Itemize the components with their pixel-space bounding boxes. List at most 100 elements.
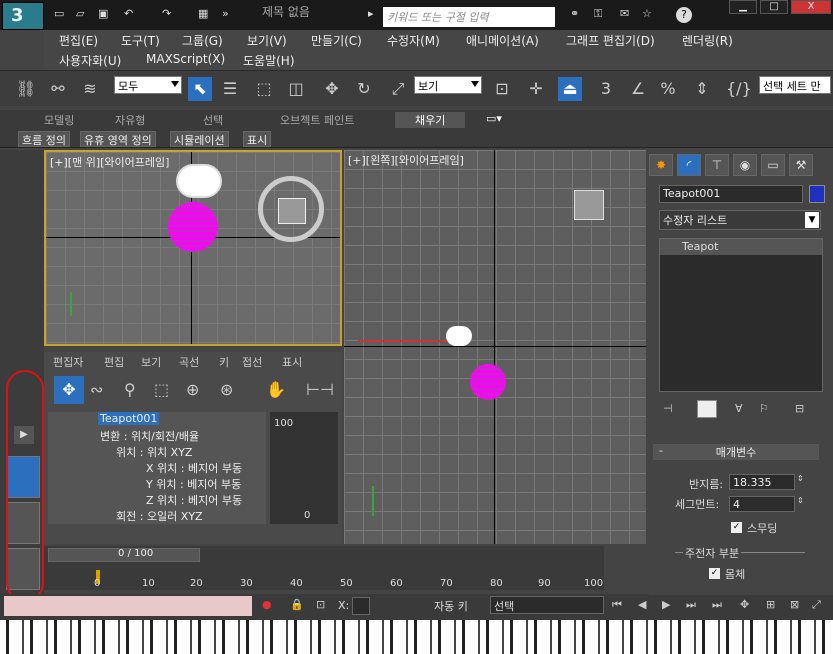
unlink-icon[interactable]: ⚯ — [46, 77, 70, 101]
smooth-checkbox[interactable]: ✓ — [731, 522, 742, 533]
radius-spinner[interactable]: 18.335 — [729, 474, 795, 490]
tab-modeling[interactable]: 모델링 — [44, 112, 74, 128]
tree-item[interactable]: 변환 : 위치/회전/배율 — [100, 428, 199, 444]
sphere-object[interactable] — [470, 364, 506, 400]
go-to-end-icon[interactable]: ⏭ — [712, 598, 722, 612]
spinner-snap-icon[interactable]: ⇕ — [690, 77, 714, 101]
pan-hand-icon[interactable]: ✋ — [266, 380, 286, 399]
ref-coord-dropdown[interactable]: 보기 — [414, 76, 482, 94]
angle-snap-icon[interactable]: ∠ — [626, 77, 650, 101]
tree-item[interactable]: Y 위치 : 베지어 부동 — [146, 476, 241, 492]
key-filter-dropdown[interactable]: 선택 — [490, 596, 604, 614]
save-icon[interactable]: ▣ — [98, 8, 112, 20]
ribbon-options-icon[interactable]: ▭▾ — [486, 112, 502, 125]
project-folder-icon[interactable]: ▦ — [198, 8, 212, 20]
maxscript-listener[interactable] — [4, 596, 252, 616]
retime-icon[interactable]: ⊕ — [186, 380, 199, 399]
viewport-label[interactable]: [+][맨 위][와이어프레임] — [50, 154, 169, 170]
tab-populate[interactable]: 채우기 — [395, 112, 466, 128]
menu-create[interactable]: 만들기(C) — [311, 32, 362, 49]
region-tool-icon[interactable]: ⬚ — [154, 380, 169, 399]
body-checkbox[interactable]: ✓ — [709, 568, 720, 579]
configure-sets-icon[interactable]: ⊟ — [795, 402, 804, 415]
button-display[interactable]: 표시 — [243, 131, 272, 147]
bind-spacewarp-icon[interactable]: ≋ — [78, 77, 102, 101]
app-logo-icon[interactable]: 3 — [2, 2, 44, 30]
percent-snap-icon[interactable]: % — [656, 77, 680, 101]
button-define-idle-areas[interactable]: 유휴 영역 정의 — [80, 131, 156, 147]
search-input[interactable]: 키워드 또는 구절 입력 — [383, 7, 555, 27]
pan-view-icon[interactable]: ✥ — [740, 598, 749, 611]
make-unique-icon[interactable]: ∀ — [735, 402, 743, 415]
keyboard-shortcut-icon[interactable]: ⏏ — [558, 77, 582, 101]
box-object[interactable] — [574, 190, 604, 220]
utilities-tab-icon[interactable]: ⚒ — [789, 154, 813, 176]
menu-help[interactable]: 도움말(H) — [243, 52, 295, 69]
viewport-top[interactable]: [+][맨 위][와이어프레임] — [44, 150, 342, 346]
show-end-result-icon[interactable] — [697, 400, 717, 418]
binoculars-icon[interactable]: ⚭ — [570, 8, 584, 20]
button-define-flows[interactable]: 흐름 정의 — [18, 131, 70, 147]
go-to-start-icon[interactable]: ⏮ — [612, 598, 622, 612]
new-file-icon[interactable]: ▭ — [54, 8, 68, 20]
remove-modifier-icon[interactable]: ⚐ — [759, 402, 769, 415]
hierarchy-tab-icon[interactable]: ⊤ — [705, 154, 729, 176]
object-color-swatch[interactable] — [809, 185, 825, 203]
curve-menu-show[interactable]: 표시 — [282, 354, 302, 370]
retime-all-icon[interactable]: ⊛ — [220, 380, 233, 399]
box-object[interactable] — [278, 198, 306, 224]
teapot-object[interactable] — [446, 326, 472, 346]
create-tab-icon[interactable]: ✸ — [649, 154, 673, 176]
tree-item[interactable]: 위치 : 위치 XYZ — [116, 444, 192, 460]
maximize-viewport-icon[interactable]: ⤢ — [812, 598, 821, 612]
sphere-object[interactable] — [168, 202, 218, 252]
rotate-icon[interactable]: ↻ — [352, 77, 376, 101]
search-expand-icon[interactable]: ▸ — [368, 8, 382, 20]
spinner-arrows-icon[interactable]: ⇕ — [797, 496, 804, 505]
named-selection-input[interactable]: 선택 세트 만 — [759, 76, 831, 94]
menu-group[interactable]: 그룹(G) — [182, 32, 223, 49]
open-file-icon[interactable]: ▱ — [76, 8, 90, 20]
menu-graph-editors[interactable]: 그래프 편집기(D) — [566, 32, 655, 49]
menu-customize[interactable]: 사용자화(U) — [59, 52, 121, 69]
move-icon[interactable]: ✥ — [320, 77, 344, 101]
tree-item[interactable]: Teapot001 — [98, 412, 160, 425]
scale-icon[interactable]: ⤢ — [386, 77, 410, 101]
undo-icon[interactable]: ↶ — [124, 8, 138, 20]
next-frame-icon[interactable]: ⏭ — [686, 598, 696, 612]
stack-item[interactable]: Teapot — [660, 239, 822, 255]
tree-item[interactable]: X 위치 : 베지어 부동 — [146, 460, 242, 476]
viewport-label[interactable]: [+][왼쪽][와이어프레임] — [348, 152, 464, 168]
tab-object-paint[interactable]: 오브젝트 페인트 — [280, 112, 354, 128]
curve-menu-keys[interactable]: 키 — [219, 354, 229, 370]
curve-menu-editor[interactable]: 편집자 — [53, 354, 83, 370]
maximize-button[interactable]: □ — [760, 0, 788, 14]
tab-freeform[interactable]: 자유형 — [115, 112, 145, 128]
segments-spinner[interactable]: 4 — [729, 496, 795, 512]
curve-graph-area[interactable]: 100 0 — [270, 412, 338, 524]
add-key-icon[interactable]: ⚲ — [124, 380, 136, 399]
menu-view[interactable]: 보기(V) — [247, 32, 287, 49]
tree-item[interactable]: 회전 : 오일러 XYZ — [116, 508, 203, 524]
move-keys-icon[interactable]: ✥ — [54, 376, 84, 404]
modify-tab-icon[interactable]: ◜ — [677, 154, 701, 176]
menu-modifiers[interactable]: 수정자(M) — [387, 32, 440, 49]
spinner-arrows-icon[interactable]: ⇕ — [797, 474, 804, 483]
zoom-extents-icon[interactable]: ⊞ — [766, 598, 775, 611]
select-manipulate-icon[interactable]: ✛ — [524, 77, 548, 101]
selection-lock-icon[interactable]: 🔒 — [290, 598, 304, 611]
snap-3d-icon[interactable]: 3 — [594, 77, 618, 101]
previous-frame-icon[interactable]: ◀ — [638, 598, 646, 611]
transform-mode-icon[interactable]: ⊡ — [316, 598, 325, 611]
curve-menu-tangents[interactable]: 접선 — [242, 354, 262, 370]
rect-selection-icon[interactable]: ⬚ — [252, 77, 276, 101]
select-by-name-icon[interactable]: ☰ — [218, 77, 242, 101]
close-button[interactable]: X — [791, 0, 831, 14]
motion-tab-icon[interactable]: ◉ — [733, 154, 757, 176]
pivot-icon[interactable]: ⊡ — [490, 77, 514, 101]
auto-key-button[interactable]: 자동 키 — [434, 598, 468, 614]
teapot-object[interactable] — [176, 164, 222, 198]
lock-icon[interactable]: ● — [262, 598, 272, 611]
key-icon[interactable]: ⚿ — [594, 8, 608, 20]
chevron-down-icon[interactable]: ▼ — [805, 212, 819, 228]
